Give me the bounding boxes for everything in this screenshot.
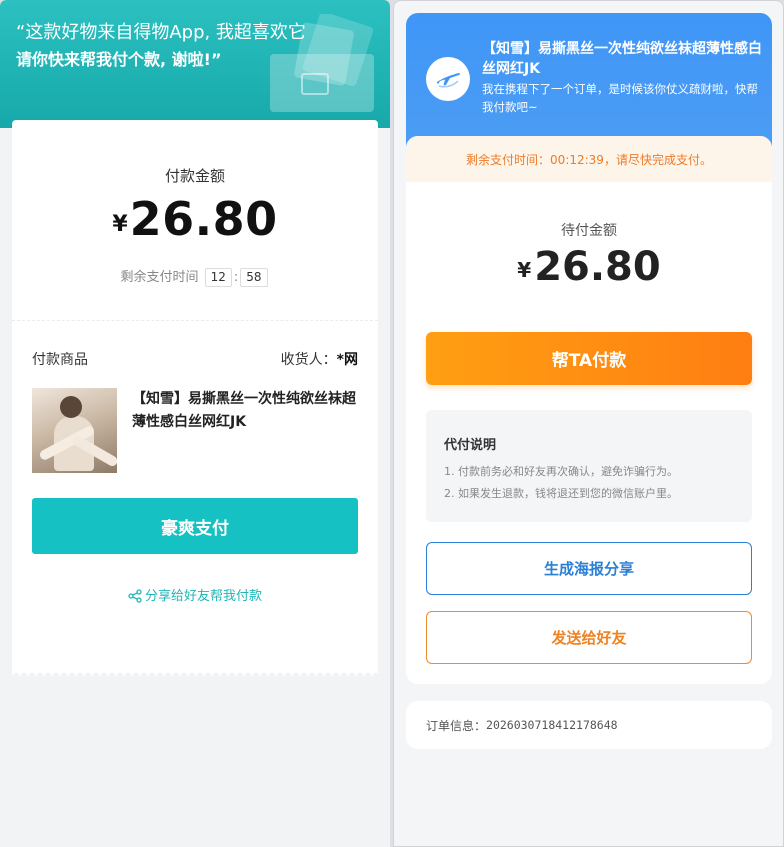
explanation-item: 2. 如果发生退款，钱将退还到您的微信账户里。 bbox=[444, 487, 678, 500]
order-info-label: 订单信息： bbox=[426, 718, 487, 733]
explanation-item: 1. 付款前务必和好友再次确认，避免诈骗行为。 bbox=[444, 465, 678, 478]
amount-title: 待付金额 bbox=[561, 223, 617, 239]
share-banner: “这款好物来自得物App, 我超喜欢它 请你快来帮我付个款, 谢啦!” bbox=[0, 0, 390, 128]
receiver-name: *网 bbox=[336, 352, 358, 368]
countdown-minutes: 12 bbox=[204, 268, 232, 287]
payment-amount: ¥26.80 bbox=[406, 244, 772, 290]
generate-poster-button[interactable]: 生成海报分享 bbox=[426, 542, 752, 595]
proxy-pay-explanation: 代付说明 1. 付款前务必和好友再次确认，避免诈骗行为。 2. 如果发生退款，钱… bbox=[426, 410, 752, 522]
order-number: 2026030718412178648 bbox=[486, 718, 618, 732]
countdown-separator: : bbox=[233, 270, 239, 285]
divider bbox=[12, 320, 378, 321]
order-message: 我在携程下了一个订单，是时候该你仗义疏财啦，快帮我付款吧~ bbox=[482, 82, 758, 114]
countdown-label: 剩余支付时间 bbox=[120, 270, 199, 285]
payment-amount: ¥26.80 bbox=[12, 192, 378, 246]
order-product-title: 【知雪】易撕黑丝一次性纯欲丝袜超薄性感白丝网红JK bbox=[482, 41, 762, 77]
currency-symbol: ¥ bbox=[517, 258, 532, 282]
product-thumbnail[interactable] bbox=[32, 388, 117, 473]
share-to-friend-link[interactable]: 分享给好友帮我付款 bbox=[12, 585, 378, 604]
receiver-label: 收货人： bbox=[280, 352, 337, 368]
receipt-edge bbox=[12, 668, 378, 676]
payment-card: 付款金额 ¥26.80 剩余支付时间 12:58 付款商品 收货人：*网 【知雪… bbox=[12, 120, 378, 676]
product-name[interactable]: 【知雪】易撕黑丝一次性纯欲丝袜超薄性感白丝网红JK bbox=[132, 388, 362, 434]
share-icon bbox=[128, 589, 142, 603]
wallet-icon bbox=[270, 14, 374, 112]
right-payment-page: 【知雪】易撕黑丝一次性纯欲丝袜超薄性感白丝网红JK 我在携程下了一个订单，是时候… bbox=[393, 0, 784, 847]
amount-title: 付款金额 bbox=[164, 167, 225, 185]
banner-line-2: 请你快来帮我付个款, 谢啦!” bbox=[16, 50, 222, 69]
countdown: 剩余支付时间 12:58 bbox=[12, 266, 378, 287]
countdown-notice: 剩余支付时间：00:12:39，请尽快完成支付。 bbox=[406, 136, 772, 182]
left-payment-page: “这款好物来自得物App, 我超喜欢它 请你快来帮我付个款, 谢啦!” 付款金额… bbox=[0, 0, 390, 847]
goods-section-title: 付款商品 bbox=[32, 352, 88, 368]
pay-button[interactable]: 豪爽支付 bbox=[32, 498, 358, 554]
send-to-friend-button[interactable]: 发送给好友 bbox=[426, 611, 752, 664]
help-pay-button[interactable]: 帮TA付款 bbox=[426, 332, 752, 385]
share-link-label: 分享给好友帮我付款 bbox=[144, 589, 262, 604]
payment-card: 剩余支付时间：00:12:39，请尽快完成支付。 待付金额 ¥26.80 帮TA… bbox=[406, 136, 772, 684]
explanation-title: 代付说明 bbox=[444, 438, 497, 453]
currency-symbol: ¥ bbox=[112, 212, 128, 237]
amount-value: 26.80 bbox=[129, 192, 278, 246]
countdown-seconds: 58 bbox=[240, 268, 268, 287]
receiver: 收货人：*网 bbox=[281, 349, 358, 369]
amount-value: 26.80 bbox=[534, 244, 661, 290]
order-info: 订单信息： 2026030718412178648 bbox=[406, 701, 772, 749]
airplane-logo-icon bbox=[426, 57, 470, 101]
